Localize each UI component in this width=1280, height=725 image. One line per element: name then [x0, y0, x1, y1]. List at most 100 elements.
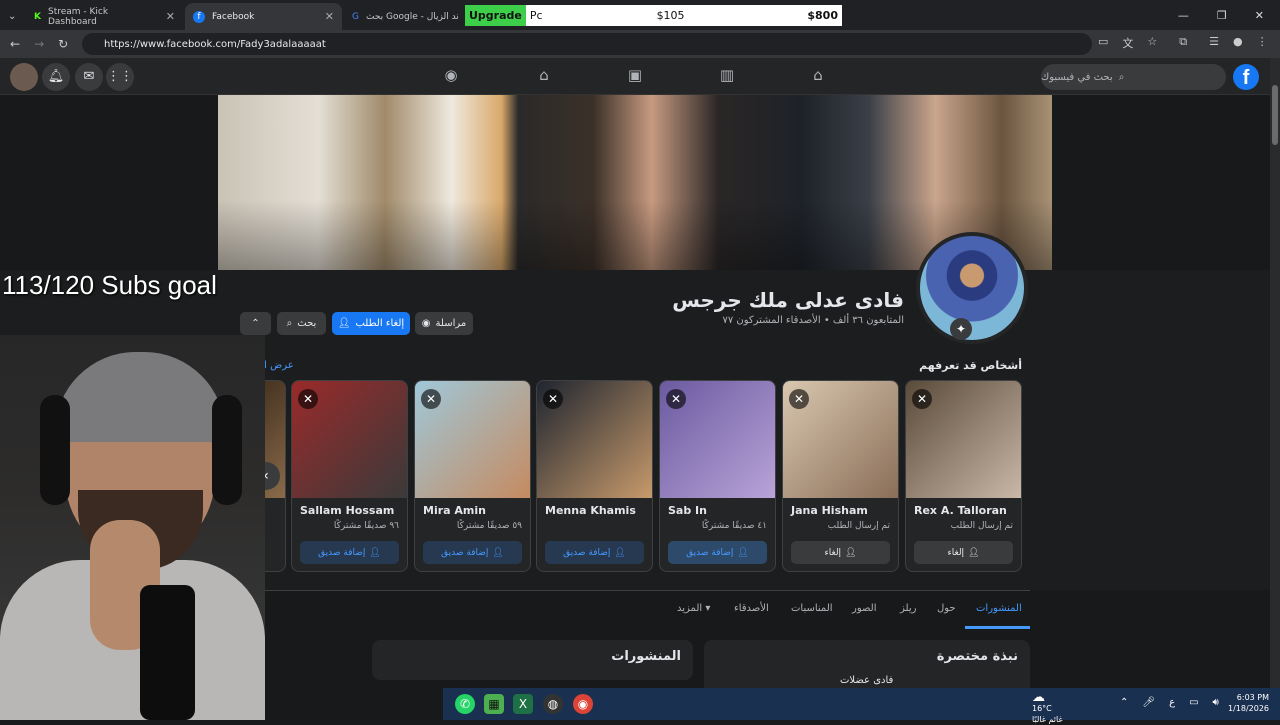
facebook-logo[interactable]: f	[1233, 64, 1259, 90]
webcam-microphone	[140, 585, 195, 720]
home-icon[interactable]: ⌂	[806, 66, 830, 88]
gaming-icon[interactable]: ▥	[715, 66, 739, 88]
groups-icon[interactable]: ◉	[439, 66, 463, 88]
dismiss-icon[interactable]: ✕	[789, 389, 809, 409]
network-icon[interactable]: ▭	[1189, 697, 1198, 708]
messenger-icon: ◉	[421, 318, 431, 329]
suggestion-card[interactable]: ✕ Mira Amin ٥٩ صديقًا مشتركًا إضافة صديق…	[414, 380, 531, 572]
video-icon[interactable]: ▣	[623, 66, 647, 88]
cloud-icon: ☁	[1032, 690, 1045, 705]
dismiss-icon[interactable]: ✕	[543, 389, 563, 409]
facebook-search-input[interactable]: ⌕ بحث في فيسبوك	[1041, 64, 1226, 90]
url-field[interactable]: https://www.facebook.com/Fady3adalaaaaat	[82, 33, 1092, 55]
tab-photos[interactable]: الصور	[852, 603, 877, 614]
profile-avatar-icon[interactable]: ●	[1233, 35, 1243, 51]
translate-icon[interactable]: 文	[1122, 35, 1133, 51]
user-icon: 👤︎	[968, 547, 980, 558]
user-check-icon: 👤︎	[337, 318, 351, 329]
cancel-request-button[interactable]: 👤︎ إلغاء الطلب	[332, 312, 410, 335]
tray-chevron-icon[interactable]: ⌃	[1120, 697, 1128, 708]
add-user-icon: 👤︎	[614, 547, 626, 558]
obs-icon[interactable]: ◍	[543, 694, 563, 714]
tab-google[interactable]: G بحث Google - ند الزيال	[344, 3, 469, 30]
cancel-request-button[interactable]: إلغاء 👤︎	[914, 541, 1013, 564]
dismiss-icon[interactable]: ✕	[666, 389, 686, 409]
add-user-icon: 👤︎	[492, 547, 504, 558]
dismiss-icon[interactable]: ✕	[912, 389, 932, 409]
cast-icon[interactable]: ▭	[1098, 35, 1108, 51]
posts-card: المنشورات	[372, 640, 693, 680]
extensions-icon[interactable]: ⧉	[1179, 35, 1187, 51]
profile-picture[interactable]	[916, 232, 1028, 344]
add-friend-button[interactable]: إضافة صديق 👤︎	[668, 541, 767, 564]
notifications-icon[interactable]: 🔔︎	[42, 63, 70, 91]
tab-more[interactable]: المزيد ▾	[677, 603, 710, 614]
suggestion-card[interactable]: ✕ Jana Hisham تم إرسال الطلب إلغاء 👤︎	[782, 380, 899, 572]
add-friend-button[interactable]: إضافة صديق 👤︎	[300, 541, 399, 564]
tab-friends[interactable]: الأصدقاء	[734, 603, 769, 614]
dismiss-icon[interactable]: ✕	[298, 389, 318, 409]
back-icon[interactable]: ←	[10, 37, 20, 51]
search-icon: ⌕	[1118, 71, 1125, 83]
suggestion-card[interactable]: ✕ Sab In ٤١ صديقًا مشتركًا إضافة صديق 👤︎	[659, 380, 776, 572]
weather-widget[interactable]: ☁ 16°C غائم غالبًا	[1032, 690, 1063, 725]
tab-facebook[interactable]: f Facebook ✕	[185, 3, 342, 30]
price-current: $105	[656, 9, 685, 22]
close-tab-icon[interactable]: ✕	[166, 10, 175, 23]
taskbar-clock[interactable]: 6:03 PM 1/18/2026	[1228, 692, 1269, 714]
tab-events[interactable]: المناسبات	[791, 603, 833, 614]
minecraft-icon[interactable]: ▦	[484, 694, 504, 714]
page-scrollbar[interactable]	[1270, 58, 1280, 688]
tab-about[interactable]: حول	[937, 603, 956, 614]
browser-menu-icon[interactable]: ⋮	[1257, 35, 1268, 51]
chevron-up-icon: ⌃	[251, 318, 260, 329]
scrollbar-thumb[interactable]	[1272, 85, 1278, 145]
profile-stats[interactable]: المتابعون ٣٦ ألف • الأصدقاء المشتركون ٧٧	[600, 315, 904, 326]
cancel-request-button[interactable]: إلغاء 👤︎	[791, 541, 890, 564]
posts-title: المنشورات	[611, 649, 681, 664]
reading-list-icon[interactable]: ☰	[1209, 35, 1219, 51]
profile-name: فادى عدلى ملك جرجس	[672, 288, 904, 312]
user-icon: 👤︎	[845, 547, 857, 558]
google-icon: G	[352, 11, 359, 22]
upgrade-overlay: Upgrade Pc $105 $800	[465, 5, 842, 26]
tab-reels[interactable]: ريلز	[900, 603, 916, 614]
microphone-icon[interactable]: 🎤︎	[1142, 697, 1155, 708]
whatsapp-icon[interactable]: ✆	[455, 694, 475, 714]
intro-title: نبذة مختصرة	[936, 649, 1018, 664]
marketplace-icon[interactable]: ⌂	[532, 66, 556, 88]
close-tab-icon[interactable]: ✕	[325, 10, 334, 23]
suggestion-card[interactable]: ✕ Sallam Hossam ٩٦ صديقًا مشتركًا إضافة …	[291, 380, 408, 572]
add-friend-button[interactable]: إضافة صديق 👤︎	[545, 541, 644, 564]
headset-left	[40, 395, 70, 505]
close-window-icon[interactable]: ✕	[1255, 9, 1264, 22]
forward-icon[interactable]: →	[34, 37, 44, 51]
tab-list-button[interactable]: ⌄	[4, 3, 24, 30]
story-badge-icon: ✦	[950, 318, 972, 340]
suggestion-card[interactable]: ✕ Rex A. Talloran تم إرسال الطلب إلغاء 👤︎	[905, 380, 1022, 572]
intro-bio: فادى عضلات	[840, 675, 894, 686]
reload-icon[interactable]: ↻	[58, 37, 68, 51]
restore-icon[interactable]: ❐	[1217, 9, 1227, 22]
suggestion-card[interactable]: ✕ Menna Khamis إضافة صديق 👤︎	[536, 380, 653, 572]
minimize-icon[interactable]: —	[1178, 9, 1189, 22]
suggestions-title: أشخاص قد تعرفهم	[919, 359, 1022, 372]
bookmark-star-icon[interactable]: ☆	[1147, 35, 1157, 51]
excel-icon[interactable]: X	[513, 694, 533, 714]
chrome-icon[interactable]: ◉	[573, 694, 593, 714]
account-avatar[interactable]	[10, 63, 38, 91]
language-indicator[interactable]: ع	[1169, 697, 1175, 708]
menu-grid-icon[interactable]: ⋮⋮	[106, 63, 134, 91]
upgrade-suffix: Pc	[529, 9, 543, 22]
collapse-button[interactable]: ⌃	[240, 312, 271, 335]
tab-posts[interactable]: المنشورات	[976, 603, 1022, 614]
message-button[interactable]: ◉ مراسلة	[415, 312, 473, 335]
dismiss-icon[interactable]: ✕	[421, 389, 441, 409]
system-tray: ⌃ 🎤︎ ع ▭ 🔊︎	[1120, 697, 1219, 708]
add-friend-button[interactable]: إضافة صديق 👤︎	[423, 541, 522, 564]
tab-kick-dashboard[interactable]: K Stream - Kick Dashboard ✕	[26, 3, 183, 30]
window-controls: — ❐ ✕	[1178, 0, 1280, 30]
profile-search-button[interactable]: ⌕ بحث	[277, 312, 326, 335]
messenger-icon[interactable]: ✉	[75, 63, 103, 91]
volume-icon[interactable]: 🔊︎	[1213, 697, 1219, 708]
